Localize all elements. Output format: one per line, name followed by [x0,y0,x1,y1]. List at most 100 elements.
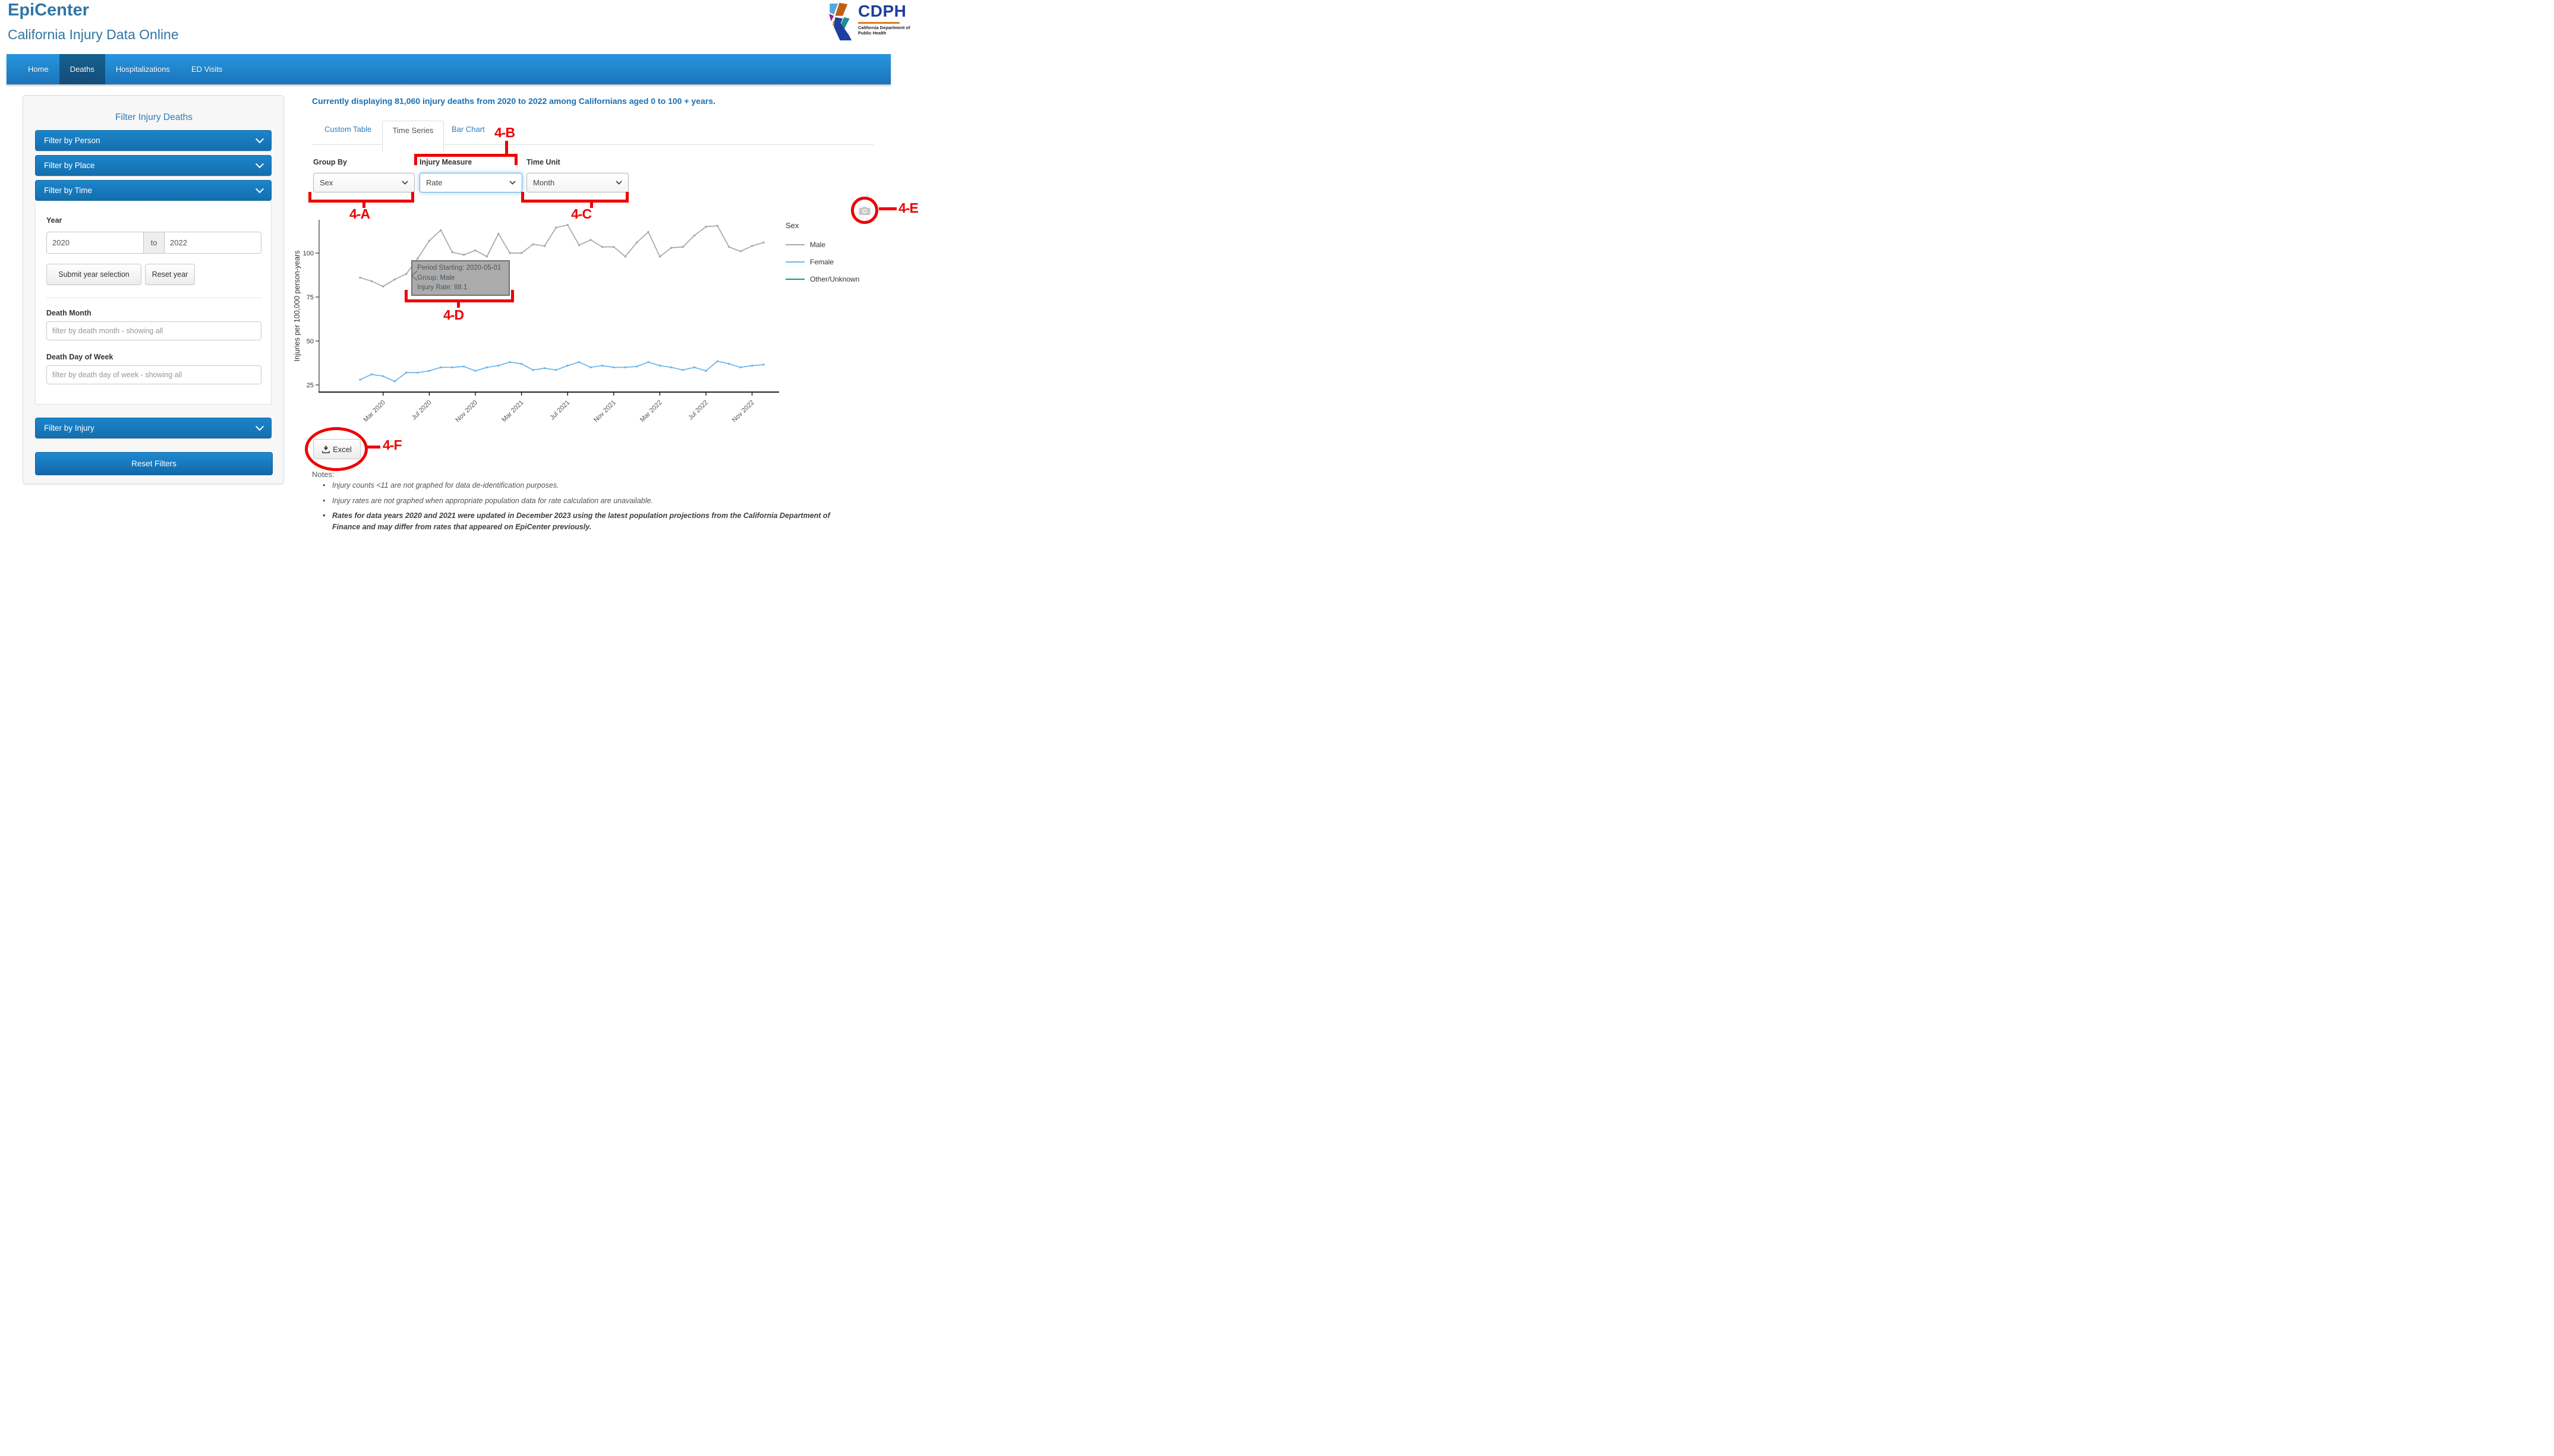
section-injury-label: Filter by Injury [44,424,94,432]
nav-item-hospitalizations[interactable]: Hospitalizations [105,54,181,84]
notes-list: •Injury counts <11 are not graphed for d… [323,480,852,531]
series-line-female [360,361,764,381]
chevron-down-icon [616,181,622,185]
year-to-word: to [144,232,164,254]
sidebar-title: Filter Injury Deaths [23,112,285,123]
legend-item-male[interactable]: Male [786,236,859,253]
annotation-4a-label: 4-A [349,207,370,221]
svg-text:100: 100 [303,250,314,257]
chevron-down-icon [509,181,516,185]
annotation-4b-label: 4-B [494,125,515,140]
legend-label: Other/Unknown [810,275,859,283]
note-item: •Injury counts <11 are not graphed for d… [323,480,852,491]
year-label: Year [46,216,62,225]
reset-filters-button[interactable]: Reset Filters [35,452,273,475]
sidebar-section-injury[interactable]: Filter by Injury [35,418,272,438]
chevron-down-icon [256,135,264,143]
group-by-select[interactable]: Sex [313,173,415,192]
group-by-value: Sex [320,178,333,187]
nav-item-ed-visits[interactable]: ED Visits [181,54,234,84]
svg-text:Mar 2021: Mar 2021 [500,399,525,424]
annotation-4f-circle [305,427,368,471]
time-unit-value: Month [533,178,554,187]
annotation-4e-line [879,207,897,210]
svg-text:Mar 2022: Mar 2022 [639,399,663,424]
main-nav: HomeDeathsHospitalizationsED Visits [7,54,891,84]
injury-measure-select[interactable]: Rate [420,173,522,192]
chevron-down-icon [402,181,408,185]
year-range-group: to [46,232,261,254]
svg-text:Mar 2020: Mar 2020 [362,399,387,424]
svg-text:Nov 2020: Nov 2020 [454,399,479,424]
legend-item-female[interactable]: Female [786,253,859,270]
year-to-input[interactable] [164,232,261,254]
svg-text:Nov 2022: Nov 2022 [731,399,756,424]
submit-year-button[interactable]: Submit year selection [46,264,141,285]
annotation-4c-bracket [521,192,629,203]
note-item: •Rates for data years 2020 and 2021 were… [323,510,852,531]
sidebar-section-time[interactable]: Filter by Time [35,180,272,201]
chevron-down-icon [256,185,264,193]
year-from-input[interactable] [46,232,144,254]
section-place-label: Filter by Place [44,161,95,170]
section-person-label: Filter by Person [44,136,100,145]
legend-swatch [786,261,805,263]
summary-text: Currently displaying 81,060 injury death… [312,96,859,106]
chevron-down-icon [256,160,264,168]
annotation-4e-label: 4-E [898,201,918,215]
group-by-label: Group By [313,158,347,166]
chart-legend: Sex Male Female Other/Unknown [786,221,859,288]
death-dow-input[interactable] [46,365,261,384]
time-filter-panel: Year to Submit year selection Reset year… [35,201,272,405]
annotation-4d-label: 4-D [443,308,463,322]
nav-item-home[interactable]: Home [17,54,59,84]
cdph-wordmark: CDPH [858,2,910,20]
annotation-4f-label: 4-F [383,438,402,452]
annotation-4b-line [505,141,508,154]
svg-text:25: 25 [307,382,314,389]
note-item: •Injury rates are not graphed when appro… [323,495,852,507]
cdph-tagline-2: Public Health [858,30,910,36]
time-unit-label: Time Unit [526,158,560,166]
nav-item-deaths[interactable]: Deaths [59,54,105,84]
death-month-label: Death Month [46,309,92,317]
app-subtitle: California Injury Data Online [8,27,179,43]
svg-text:Jul 2022: Jul 2022 [687,399,710,422]
tab-custom-table[interactable]: Custom Table [324,125,371,134]
tooltip-group: Group: Male [417,273,504,283]
tab-time-series[interactable]: Time Series [382,121,444,152]
app-title: EpiCenter [8,1,89,20]
page: EpiCenter California Injury Data Online … [0,0,932,531]
svg-text:50: 50 [307,338,314,345]
filter-sidebar: Filter Injury Deaths Filter by Person Fi… [23,95,284,484]
tab-time-series-label: Time Series [393,126,434,152]
sidebar-section-place[interactable]: Filter by Place [35,155,272,176]
cdph-tagline-1: California Department of [858,25,910,30]
injury-measure-value: Rate [426,178,442,187]
svg-text:75: 75 [307,294,314,301]
legend-swatch [786,279,805,280]
reset-year-button[interactable]: Reset year [145,264,195,285]
svg-text:Nov 2021: Nov 2021 [592,399,617,424]
legend-label: Male [810,241,825,249]
death-dow-label: Death Day of Week [46,353,113,361]
svg-text:Jul 2021: Jul 2021 [548,399,571,422]
y-axis-title: Injuries per 100,000 person-years [293,251,301,362]
tooltip-period: Period Starting: 2020-05-01 [417,263,504,273]
california-icon [828,2,856,42]
cdph-rule [858,22,900,24]
annotation-4f-line [365,446,380,449]
chevron-down-icon [256,422,264,431]
death-month-input[interactable] [46,321,261,340]
annotation-4a-bracket [308,192,414,203]
section-time-label: Filter by Time [44,186,92,195]
legend-swatch [786,244,805,245]
svg-text:Jul 2020: Jul 2020 [411,399,433,422]
legend-title: Sex [786,221,859,230]
annotation-4c-label: 4-C [571,207,591,221]
legend-item-other-unknown[interactable]: Other/Unknown [786,270,859,288]
legend-label: Female [810,258,834,266]
tab-bar-chart[interactable]: Bar Chart [452,125,485,134]
time-unit-select[interactable]: Month [526,173,629,192]
sidebar-section-person[interactable]: Filter by Person [35,130,272,151]
